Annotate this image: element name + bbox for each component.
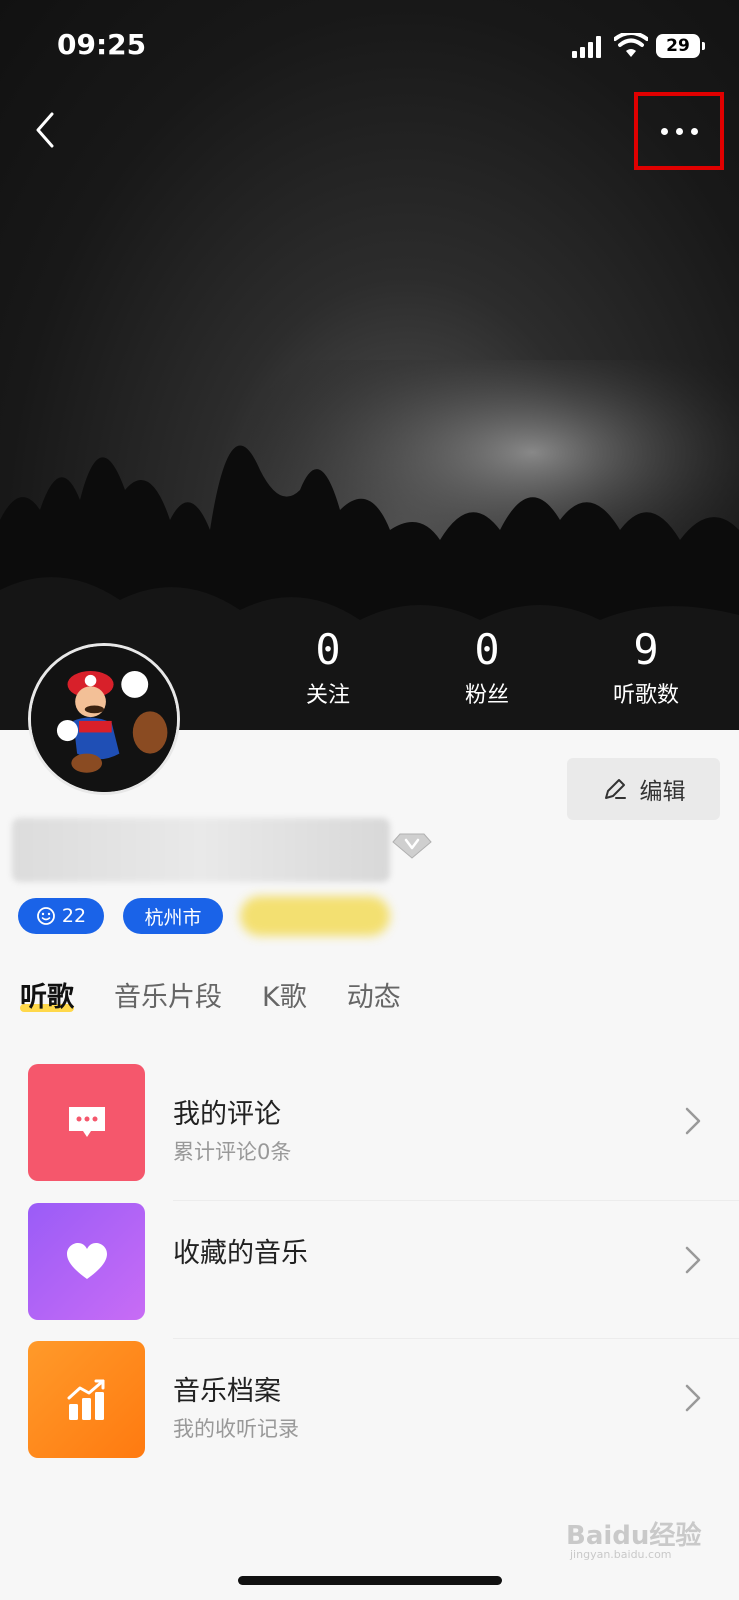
stat-listen-count-value: 9 (633, 625, 659, 674)
tab-karaoke[interactable]: K歌 (262, 975, 307, 1014)
back-button[interactable] (30, 108, 62, 152)
tab-music-clips[interactable]: 音乐片段 (114, 975, 222, 1014)
list-item-title: 收藏的音乐 (173, 1238, 308, 1269)
smiley-icon (37, 907, 55, 925)
cellular-signal-icon (572, 36, 601, 58)
chevron-right-icon (685, 1107, 701, 1135)
level-value: 22 (61, 905, 87, 927)
username-redacted (12, 818, 390, 882)
list-item-title: 音乐档案 (173, 1376, 281, 1407)
wifi-icon (614, 33, 648, 57)
baidu-watermark-url: jingyan.baidu.com (570, 1548, 672, 1561)
more-options-button[interactable] (634, 92, 724, 170)
list-item-title: 我的评论 (173, 1099, 281, 1130)
status-time: 09:25 (57, 28, 147, 61)
stat-following-value: 0 (315, 625, 341, 674)
chart-icon (28, 1341, 145, 1458)
tab-moments[interactable]: 动态 (347, 975, 401, 1014)
redacted-badge (240, 896, 390, 936)
divider (173, 1338, 739, 1339)
avatar[interactable] (28, 643, 180, 795)
home-indicator[interactable] (238, 1576, 502, 1585)
battery-indicator: 29 (656, 34, 705, 58)
edit-label: 编辑 (639, 779, 686, 805)
stat-following[interactable]: 0 关注 (268, 625, 388, 709)
stat-listen-count-label: 听歌数 (612, 683, 679, 708)
pencil-icon (604, 779, 626, 799)
stat-fans-label: 粉丝 (464, 683, 509, 708)
diamond-vip-icon[interactable] (392, 830, 432, 860)
list-item-subtitle: 我的收听记录 (173, 1417, 299, 1441)
stat-fans[interactable]: 0 粉丝 (427, 625, 547, 709)
city-label: 杭州市 (144, 906, 202, 929)
stat-following-label: 关注 (305, 683, 350, 708)
level-badge[interactable]: 22 (18, 898, 104, 934)
cover-background (0, 0, 739, 730)
list-item-music-archive[interactable]: 音乐档案 我的收听记录 (0, 1341, 739, 1479)
mario-avatar-image (31, 646, 177, 792)
list-item-my-comments[interactable]: 我的评论 累计评论0条 (0, 1064, 739, 1202)
comment-icon (28, 1064, 145, 1181)
city-badge[interactable]: 杭州市 (123, 898, 223, 934)
stat-fans-value: 0 (474, 625, 500, 674)
tab-listening[interactable]: 听歌 (20, 975, 74, 1014)
chevron-right-icon (685, 1246, 701, 1274)
content-tabs: 听歌 音乐片段 K歌 动态 (20, 975, 401, 1014)
list-item-subtitle: 累计评论0条 (173, 1140, 292, 1164)
divider (173, 1200, 739, 1201)
more-dots-icon (660, 127, 698, 135)
heart-icon (28, 1203, 145, 1320)
edit-profile-button[interactable]: 编辑 (567, 758, 720, 820)
chevron-right-icon (685, 1384, 701, 1412)
stat-listen-count[interactable]: 9 听歌数 (586, 625, 706, 709)
baidu-watermark: Baidu经验 (566, 1521, 702, 1551)
list-item-favorite-music[interactable]: 收藏的音乐 (0, 1203, 739, 1341)
